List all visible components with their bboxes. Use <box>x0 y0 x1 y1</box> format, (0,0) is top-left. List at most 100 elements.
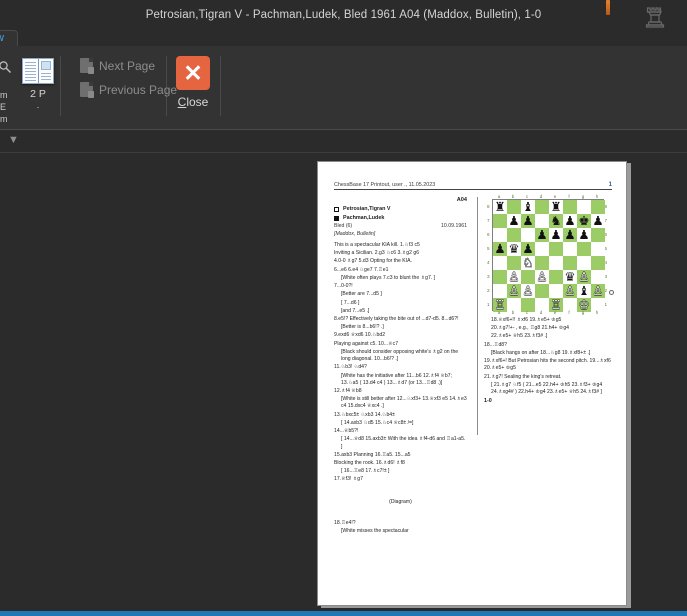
previous-page-button[interactable]: Previous Page <box>80 82 177 98</box>
board-square-d8[interactable] <box>535 200 549 214</box>
board-square-f8[interactable] <box>563 200 577 214</box>
board-square-a6[interactable] <box>493 228 507 242</box>
two-page-view-button[interactable]: 2 P · <box>16 50 60 124</box>
board-square-h3[interactable] <box>591 270 605 284</box>
board-square-d4[interactable] <box>535 256 549 270</box>
game-result: 1-0 <box>484 398 492 405</box>
board-square-g5[interactable] <box>577 242 591 256</box>
board-square-b5[interactable]: ♛ <box>507 242 521 256</box>
board-square-e4[interactable] <box>549 256 563 270</box>
board-square-d2[interactable] <box>535 284 549 298</box>
annotation-source: [Maddox, Bulletin] <box>334 230 376 237</box>
board-square-a3[interactable] <box>493 270 507 284</box>
close-button-label: Close <box>177 95 209 109</box>
board-square-g6[interactable]: ♟ <box>577 228 591 242</box>
board-square-c3[interactable] <box>521 270 535 284</box>
variation-line: [ 14.axb3 ♘d5 15.♘c4 ♕c8± /=] <box>341 419 414 426</box>
file-label-c: c <box>525 310 529 316</box>
board-square-b3[interactable]: ♙ <box>507 270 521 284</box>
board-square-c6[interactable] <box>521 228 535 242</box>
piece-wp: ♙ <box>578 269 590 284</box>
board-square-h6[interactable] <box>591 228 605 242</box>
board-square-b2[interactable]: ♙ <box>507 284 521 298</box>
board-square-b6[interactable] <box>507 228 521 242</box>
variation-line: [ 16...♖e8 17.♗c7!± ] <box>341 468 390 475</box>
ribbon-orange-marker <box>606 0 610 15</box>
board-square-a4[interactable] <box>493 256 507 270</box>
board-square-f4[interactable] <box>563 256 577 270</box>
board-square-d5[interactable] <box>535 242 549 256</box>
board-square-c8[interactable]: ♝ <box>521 200 535 214</box>
black-player-row: Pachman,Ludek <box>334 215 467 223</box>
print-preview-canvas[interactable]: ChessBase 17 Printout, user ., 11.05.202… <box>0 153 687 611</box>
board-square-d6[interactable]: ♟ <box>535 228 549 242</box>
board-square-e5[interactable] <box>549 242 563 256</box>
piece-wp: ♙ <box>508 269 520 284</box>
board-square-c7[interactable]: ♟ <box>521 214 535 228</box>
file-label-d: d <box>539 310 543 316</box>
board-square-f5[interactable] <box>563 242 577 256</box>
board-square-a8[interactable]: ♜ <box>493 200 507 214</box>
board-square-h8[interactable] <box>591 200 605 214</box>
board-square-b4[interactable] <box>507 256 521 270</box>
board-square-c4[interactable]: ♘ <box>521 256 535 270</box>
board-square-e3[interactable] <box>549 270 563 284</box>
piece-br: ♜ <box>494 199 506 214</box>
board-square-e8[interactable]: ♜ <box>549 200 563 214</box>
collapse-ribbon-icon[interactable]: ▼ <box>8 134 19 146</box>
piece-bp: ♟ <box>550 227 562 242</box>
board-square-f6[interactable]: ♟ <box>563 228 577 242</box>
board-square-b7[interactable]: ♟ <box>507 214 521 228</box>
board-square-g3[interactable]: ♙ <box>577 270 591 284</box>
board-square-e7[interactable]: ♞ <box>549 214 563 228</box>
board-square-f3[interactable]: ♛ <box>563 270 577 284</box>
board-square-h5[interactable] <box>591 242 605 256</box>
board-square-h2[interactable]: ♙ <box>591 284 605 298</box>
window-title: Petrosian,Tigran V - Pachman,Ludek, Bled… <box>145 9 542 21</box>
board-square-a2[interactable] <box>493 284 507 298</box>
variation-line: [ 7...d6 ] <box>341 299 360 306</box>
move-line: 4.0-0 ♗g7 5.d3 Opting for the KIA. <box>334 258 412 265</box>
file-label-h: h <box>595 310 599 316</box>
eco-code: A04 <box>456 197 467 203</box>
next-page-button[interactable]: Next Page <box>80 58 155 74</box>
black-player-name: Pachman,Ludek <box>343 214 385 221</box>
board-square-d3[interactable]: ♙ <box>535 270 549 284</box>
board-square-f7[interactable]: ♟ <box>563 214 577 228</box>
close-x-icon: ✕ <box>176 56 210 90</box>
board-square-h7[interactable]: ♟ <box>591 214 605 228</box>
move-line: This is a spectacular KIA kill. 1.♘f3 c5 <box>334 242 420 249</box>
close-button[interactable]: ✕ Close <box>172 52 214 120</box>
board-square-d7[interactable] <box>535 214 549 228</box>
piece-wp: ♙ <box>592 283 604 298</box>
piece-wr: ♖ <box>494 297 506 312</box>
page-header: ChessBase 17 Printout, user ., 11.05.202… <box>334 182 612 190</box>
board-square-h4[interactable] <box>591 256 605 270</box>
ribbon-separator-3 <box>220 56 221 116</box>
variation-line: [ 21.♗g7 ♘f5 ( 21...e5 22.h4+ ♔h5 23.♗f3… <box>491 381 603 395</box>
board-square-g4[interactable] <box>577 256 591 270</box>
board-square-a7[interactable] <box>493 214 507 228</box>
variation-line: [Black should consider opposing white's … <box>341 348 459 363</box>
two-page-view-label: 2 P <box>30 88 46 100</box>
board-square-e2[interactable] <box>549 284 563 298</box>
white-player-row: Petrosian,Tigran V <box>334 206 467 214</box>
board-square-e6[interactable]: ♟ <box>549 228 563 242</box>
board-square-c5[interactable]: ♟ <box>521 242 535 256</box>
board-square-c2[interactable]: ♙ <box>521 284 535 298</box>
move-line: 18.♖e4!? <box>334 519 356 526</box>
printed-page: ChessBase 17 Printout, user ., 11.05.202… <box>317 161 627 606</box>
board-square-g7[interactable]: ♚ <box>577 214 591 228</box>
board-square-f2[interactable]: ♙ <box>563 284 577 298</box>
board-square-g8[interactable] <box>577 200 591 214</box>
quick-access-strip: ▼ <box>0 131 687 153</box>
board-rank-labels-left: 8 7 6 5 4 3 2 1 <box>487 200 490 312</box>
board-square-b8[interactable] <box>507 200 521 214</box>
rank-label-2: 2 <box>487 287 490 293</box>
board-square-g2[interactable]: ♝ <box>577 284 591 298</box>
chessboard[interactable]: ♜ ♝ ♜ ♟ ♟ ♞ ♟ ♚ ♟ ♟ ♟ ♟ ♟ ♟ ♛ ♟ ♘ ♙ ♙ ♛ ♙ ♙ ♙ ♙ ♝ ♙ ♖ ♖ ♔ <box>492 199 605 312</box>
ribbon-separator-1 <box>60 56 61 116</box>
tab-view[interactable]: w <box>0 30 18 46</box>
left-column: A04 Petrosian,Tigran V Pachman,Ludek Ble… <box>334 197 467 536</box>
board-square-a5[interactable]: ♟ <box>493 242 507 256</box>
